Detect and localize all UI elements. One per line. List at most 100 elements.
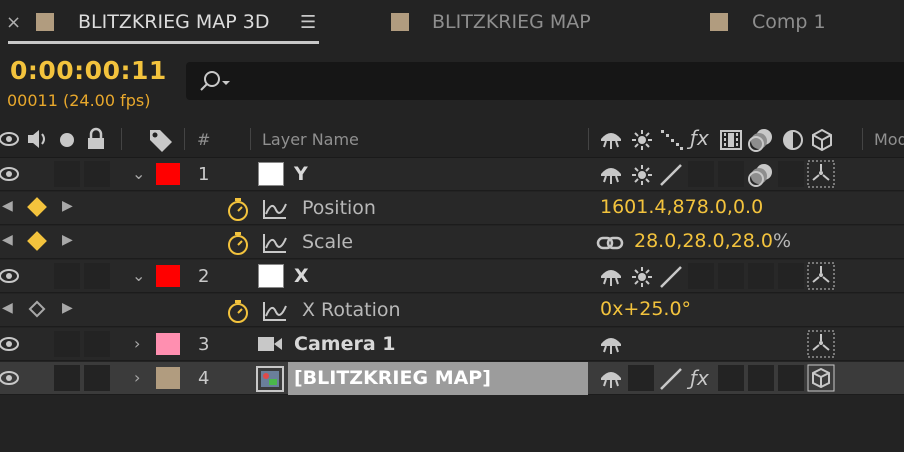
3d-layer-icon[interactable] bbox=[807, 160, 835, 188]
adjustment-icon[interactable] bbox=[782, 129, 804, 151]
graph-icon[interactable] bbox=[262, 232, 288, 254]
solo-icon[interactable] bbox=[58, 131, 76, 149]
column-number-header[interactable]: # bbox=[197, 130, 210, 149]
column-divider bbox=[121, 128, 122, 150]
label-color-swatch[interactable] bbox=[156, 265, 180, 287]
lock-toggle[interactable] bbox=[84, 161, 110, 187]
tab-blitzkrieg-map-3d[interactable]: BLITZKRIEG MAP 3D bbox=[36, 0, 269, 44]
shy-icon[interactable] bbox=[598, 129, 624, 151]
stopwatch-icon[interactable] bbox=[226, 298, 250, 324]
eye-icon[interactable] bbox=[0, 166, 20, 182]
effects-toggle[interactable] bbox=[688, 161, 714, 187]
chevron-right-icon[interactable]: › bbox=[134, 334, 140, 353]
next-keyframe-icon[interactable]: ▶ bbox=[62, 232, 73, 248]
label-color-swatch[interactable] bbox=[156, 367, 180, 389]
3d-layer-icon[interactable] bbox=[807, 364, 835, 392]
quality-icon[interactable] bbox=[658, 264, 684, 290]
eye-icon[interactable] bbox=[0, 336, 20, 352]
current-time-display[interactable]: 0:00:00:11 bbox=[10, 56, 167, 85]
motion-blur-icon[interactable] bbox=[748, 127, 774, 153]
prev-keyframe-icon[interactable]: ◀ bbox=[2, 300, 13, 316]
layer-row[interactable]: ⌄ 1 Y bbox=[0, 158, 904, 191]
lock-toggle[interactable] bbox=[84, 365, 110, 391]
property-value[interactable]: 1601.4,878.0,0.0 bbox=[600, 196, 763, 218]
lock-icon[interactable] bbox=[86, 127, 106, 151]
3d-layer-icon[interactable] bbox=[810, 128, 834, 152]
search-input[interactable] bbox=[186, 62, 904, 100]
tab-blitzkrieg-map[interactable]: BLITZKRIEG MAP bbox=[391, 0, 591, 44]
eye-icon[interactable] bbox=[0, 130, 20, 148]
property-row[interactable]: ◀ ▶ Scale 28.0,28.0,28.0% bbox=[0, 226, 904, 259]
frame-blend-toggle[interactable] bbox=[718, 161, 744, 187]
tab-comp-1[interactable]: Comp 1 bbox=[710, 0, 826, 44]
collapse-icon[interactable] bbox=[631, 129, 653, 151]
frame-blend-toggle[interactable] bbox=[718, 263, 744, 289]
layer-name[interactable]: Camera 1 bbox=[294, 333, 395, 355]
solo-toggle[interactable] bbox=[54, 161, 80, 187]
chevron-down-icon[interactable]: ⌄ bbox=[132, 164, 145, 183]
frame-blend-icon[interactable] bbox=[719, 129, 743, 151]
graph-icon[interactable] bbox=[262, 198, 288, 220]
close-icon[interactable]: × bbox=[6, 0, 21, 44]
eye-icon[interactable] bbox=[0, 268, 20, 284]
stopwatch-icon[interactable] bbox=[226, 196, 250, 222]
property-value[interactable]: 28.0,28.0,28.0% bbox=[634, 230, 791, 252]
tab-menu-icon[interactable]: ☰ bbox=[300, 0, 316, 44]
layer-row[interactable]: ⌄ 2 X bbox=[0, 260, 904, 293]
solo-toggle[interactable] bbox=[54, 263, 80, 289]
speaker-icon[interactable] bbox=[26, 128, 50, 150]
label-color-swatch[interactable] bbox=[156, 163, 180, 185]
next-keyframe-icon[interactable]: ▶ bbox=[62, 300, 73, 316]
motion-blur-icon[interactable] bbox=[748, 162, 774, 188]
lock-toggle[interactable] bbox=[84, 263, 110, 289]
keyframe-diamond-empty-icon[interactable] bbox=[28, 300, 46, 318]
graph-icon[interactable] bbox=[262, 300, 288, 322]
shy-icon[interactable] bbox=[598, 164, 624, 186]
adjustment-toggle[interactable] bbox=[778, 263, 804, 289]
collapse-toggle[interactable] bbox=[628, 365, 654, 391]
collapse-icon[interactable] bbox=[631, 266, 653, 288]
stopwatch-icon[interactable] bbox=[226, 230, 250, 256]
3d-layer-icon[interactable] bbox=[807, 330, 835, 358]
solo-toggle[interactable] bbox=[54, 331, 80, 357]
prev-keyframe-icon[interactable]: ◀ bbox=[2, 232, 13, 248]
eye-icon[interactable] bbox=[0, 370, 20, 386]
property-row[interactable]: ◀ ▶ X Rotation 0x+25.0° bbox=[0, 294, 904, 327]
effects-icon[interactable]: ƒx bbox=[690, 368, 709, 388]
3d-layer-icon[interactable] bbox=[807, 262, 835, 290]
effects-icon[interactable]: ƒx bbox=[690, 128, 709, 148]
keyframe-diamond-icon[interactable] bbox=[27, 231, 47, 251]
shy-icon[interactable] bbox=[598, 368, 624, 390]
layer-name[interactable]: [BLITZKRIEG MAP] bbox=[294, 367, 491, 389]
motion-blur-toggle[interactable] bbox=[748, 263, 774, 289]
layer-name[interactable]: Y bbox=[294, 163, 308, 185]
chain-link-icon[interactable] bbox=[596, 234, 624, 252]
layer-row-selected[interactable]: › 4 [BLITZKRIEG MAP] ƒx bbox=[0, 362, 904, 395]
chevron-down-icon[interactable]: ⌄ bbox=[132, 266, 145, 285]
collapse-icon[interactable] bbox=[631, 164, 653, 186]
frame-blend-toggle[interactable] bbox=[718, 365, 744, 391]
lock-toggle[interactable] bbox=[84, 331, 110, 357]
column-mode-header[interactable]: Mod bbox=[874, 130, 904, 149]
property-value[interactable]: 0x+25.0° bbox=[600, 298, 691, 320]
chevron-right-icon[interactable]: › bbox=[134, 368, 140, 387]
quality-icon[interactable] bbox=[660, 129, 684, 151]
layer-row[interactable]: › 3 Camera 1 bbox=[0, 328, 904, 361]
next-keyframe-icon[interactable]: ▶ bbox=[62, 198, 73, 214]
property-row[interactable]: ◀ ▶ Position 1601.4,878.0,0.0 bbox=[0, 192, 904, 225]
keyframe-diamond-icon[interactable] bbox=[27, 197, 47, 217]
column-layer-name-header[interactable]: Layer Name bbox=[262, 130, 359, 149]
label-color-swatch[interactable] bbox=[156, 333, 180, 355]
quality-icon[interactable] bbox=[658, 162, 684, 188]
solo-toggle[interactable] bbox=[54, 365, 80, 391]
prev-keyframe-icon[interactable]: ◀ bbox=[2, 198, 13, 214]
label-tag-icon[interactable] bbox=[148, 128, 174, 152]
motion-blur-toggle[interactable] bbox=[748, 365, 774, 391]
layer-name[interactable]: X bbox=[294, 265, 309, 287]
adjustment-toggle[interactable] bbox=[778, 161, 804, 187]
shy-icon[interactable] bbox=[598, 334, 624, 356]
effects-toggle[interactable] bbox=[688, 263, 714, 289]
quality-icon[interactable] bbox=[658, 366, 684, 392]
adjustment-toggle[interactable] bbox=[778, 365, 804, 391]
shy-icon[interactable] bbox=[598, 266, 624, 288]
